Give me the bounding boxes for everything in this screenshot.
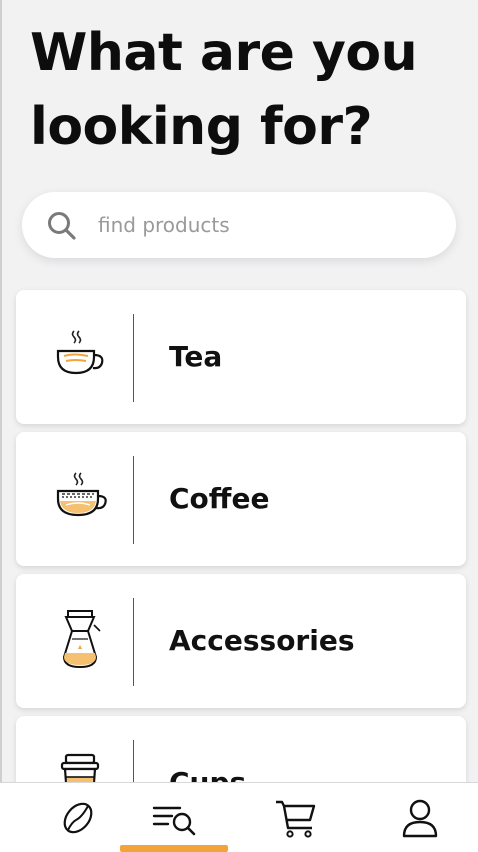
active-tab-indicator [120,845,228,852]
cart-icon [276,800,316,838]
card-divider [133,314,134,402]
tab-search[interactable] [126,783,222,852]
tab-cart[interactable] [248,783,344,852]
left-edge-divider [0,0,2,852]
tab-profile[interactable] [372,783,468,852]
coffee-maker-icon [62,610,101,669]
category-label: Coffee [169,482,270,515]
category-label: Tea [169,340,223,373]
category-card-accessories[interactable]: Accessories [16,574,466,708]
card-divider [133,456,134,544]
user-icon [402,799,438,838]
tea-cup-icon [56,330,104,375]
search-list-icon [152,806,196,836]
category-label: Accessories [169,624,355,657]
screen: What are you looking for? Tea [0,0,478,852]
category-card-coffee[interactable]: Coffee [16,432,466,566]
search-input[interactable] [98,192,438,258]
tab-bar [0,782,478,852]
search-icon [48,212,76,240]
tab-home[interactable] [30,783,126,852]
coffee-cup-icon [56,472,107,517]
coffee-bean-icon [63,802,93,834]
page-title: What are you looking for? [30,23,418,157]
search-bar[interactable] [22,192,456,258]
category-card-tea[interactable]: Tea [16,290,466,424]
card-divider [133,598,134,686]
